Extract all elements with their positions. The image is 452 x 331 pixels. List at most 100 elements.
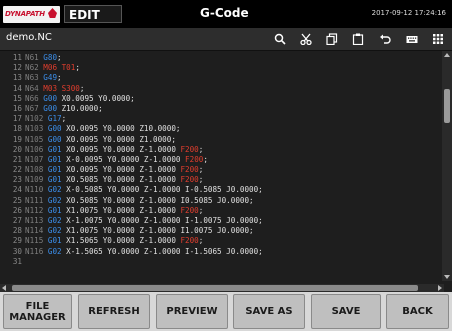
line-number: 27 xyxy=(12,216,22,225)
vertical-scrollbar[interactable] xyxy=(442,51,452,281)
block-number: N102 xyxy=(25,114,44,124)
app-title: G-Code xyxy=(200,6,249,20)
code-token: X-0.0095 Y0.0000 Z-1.0000 xyxy=(61,154,186,164)
search-icon[interactable] xyxy=(272,31,288,47)
softkey-bar: FILE MANAGER REFRESH PREVIEW SAVE AS SAV… xyxy=(0,292,452,331)
code-line[interactable]: 31 xyxy=(0,257,440,267)
scroll-up-arrow-icon[interactable] xyxy=(444,53,450,57)
code-token: G00 xyxy=(43,103,58,113)
code-line[interactable]: 26 N112 G01 X1.0075 Y0.0000 Z-1.0000 F200… xyxy=(0,206,440,216)
block-number: N64 xyxy=(25,83,39,93)
code-token: G49 xyxy=(43,73,58,83)
file-toolbar: demo.NC xyxy=(0,28,452,51)
keyboard-icon[interactable] xyxy=(404,31,420,47)
file-manager-label: FILE MANAGER xyxy=(9,300,66,323)
code-line[interactable]: 22 N108 G01 X0.0095 Y0.0000 Z-1.0000 F200… xyxy=(0,165,440,175)
grid-icon[interactable] xyxy=(430,31,446,47)
block-number: N61 xyxy=(25,53,39,62)
code-line[interactable]: 20 N106 G01 X0.0095 Y0.0000 Z-1.0000 F200… xyxy=(0,145,440,155)
code-line[interactable]: 12 N62 M06 T01; xyxy=(0,63,440,73)
scroll-left-arrow-icon[interactable] xyxy=(2,285,6,291)
code-token: ; xyxy=(61,114,67,124)
vertical-scroll-thumb[interactable] xyxy=(444,89,450,123)
code-line[interactable]: 17 N102 G17; xyxy=(0,114,440,124)
code-token: G02 xyxy=(47,246,62,256)
scroll-right-arrow-icon[interactable] xyxy=(438,285,442,291)
code-lines[interactable]: 11 N61 G80; 12 N62 M06 T01; 13 N63 G49; 14 N64 … xyxy=(0,53,440,267)
file-manager-button[interactable]: FILE MANAGER xyxy=(3,294,72,329)
paste-icon[interactable] xyxy=(350,31,366,47)
code-line[interactable]: 13 N63 G49; xyxy=(0,73,440,83)
line-number: 13 xyxy=(12,73,22,83)
undo-icon[interactable] xyxy=(377,31,393,47)
preview-button[interactable]: PREVIEW xyxy=(156,294,228,329)
code-token: F200 xyxy=(185,154,204,164)
code-token: G00 xyxy=(47,134,62,144)
code-token: X0.5085 Y0.0000 Z-1.0000 I0.5085 J0.0000… xyxy=(61,195,254,205)
code-token: G17 xyxy=(47,114,62,124)
line-number: 26 xyxy=(12,205,22,215)
filename: demo.NC xyxy=(6,32,52,43)
code-token: ; xyxy=(198,144,204,154)
save-as-button[interactable]: SAVE AS xyxy=(233,294,305,329)
refresh-button[interactable]: REFRESH xyxy=(78,294,150,329)
save-button[interactable]: SAVE xyxy=(311,294,381,329)
horizontal-scroll-thumb[interactable] xyxy=(12,285,418,291)
line-number: 30 xyxy=(12,246,22,256)
code-token: ; xyxy=(198,165,204,175)
line-number: 25 xyxy=(12,195,22,205)
block-number: N109 xyxy=(25,175,44,185)
code-token: ; xyxy=(79,83,85,93)
code-line[interactable]: 29 N115 G01 X1.5065 Y0.0000 Z-1.0000 F200… xyxy=(0,236,440,246)
line-number: 14 xyxy=(12,83,22,93)
code-token: F200 xyxy=(180,175,199,185)
save-as-label: SAVE AS xyxy=(245,306,293,317)
code-token: G80 xyxy=(43,53,58,62)
code-token: G02 xyxy=(47,195,62,205)
block-number: N115 xyxy=(25,236,44,246)
block-number: N112 xyxy=(25,205,44,215)
code-token: G01 xyxy=(47,205,62,215)
code-line[interactable]: 14 N64 M03 S300; xyxy=(0,84,440,94)
code-token: X1.0075 Y0.0000 Z-1.0000 xyxy=(61,205,181,215)
code-token: X0.0095 Y0.0000 Z10.0000; xyxy=(61,124,181,134)
code-token: G01 xyxy=(47,175,62,185)
line-number: 11 xyxy=(12,53,22,62)
code-token: G02 xyxy=(47,226,62,236)
code-token: Z10.0000; xyxy=(57,103,103,113)
code-line[interactable]: 30 N116 G02 X-1.5065 Y0.0000 Z-1.0000 I-1… xyxy=(0,247,440,257)
code-line[interactable]: 19 N105 G00 X0.0095 Y0.0000 Z1.0000; xyxy=(0,135,440,145)
line-number: 12 xyxy=(12,63,22,73)
line-number: 29 xyxy=(12,236,22,246)
line-number: 18 xyxy=(12,124,22,134)
line-number: 23 xyxy=(12,175,22,185)
code-token: X1.5065 Y0.0000 Z-1.0000 xyxy=(61,236,181,246)
code-line[interactable]: 21 N107 G01 X-0.0095 Y0.0000 Z-1.0000 F20… xyxy=(0,155,440,165)
block-number: N62 xyxy=(25,63,39,73)
code-token: F200 xyxy=(180,236,199,246)
back-button[interactable]: BACK xyxy=(386,294,449,329)
code-line[interactable]: 28 N114 G02 X1.0075 Y0.0000 Z-1.0000 I1.0… xyxy=(0,226,440,236)
code-line[interactable]: 18 N103 G00 X0.0095 Y0.0000 Z10.0000; xyxy=(0,124,440,134)
code-line[interactable]: 27 N113 G02 X-1.0075 Y0.0000 Z-1.0000 I-1… xyxy=(0,216,440,226)
line-number: 19 xyxy=(12,134,22,144)
scroll-down-arrow-icon[interactable] xyxy=(444,275,450,279)
code-token: F200 xyxy=(180,205,199,215)
block-number: N107 xyxy=(25,154,44,164)
block-number: N108 xyxy=(25,165,44,175)
code-line[interactable]: 25 N111 G02 X0.5085 Y0.0000 Z-1.0000 I0.5… xyxy=(0,196,440,206)
code-line[interactable]: 24 N110 G02 X-0.5085 Y0.0000 Z-1.0000 I-0… xyxy=(0,185,440,195)
code-token: F200 xyxy=(180,165,199,175)
code-token: X0.0095 Y0.0000 Z-1.0000 xyxy=(61,144,181,154)
code-token: ; xyxy=(203,154,208,164)
code-line[interactable]: 11 N61 G80; xyxy=(0,53,440,63)
horizontal-scrollbar[interactable] xyxy=(0,284,444,292)
scissors-icon[interactable] xyxy=(298,31,314,47)
block-number: N113 xyxy=(25,216,44,225)
line-number: 17 xyxy=(12,114,22,124)
copy-icon[interactable] xyxy=(324,31,340,47)
code-line[interactable]: 23 N109 G01 X0.5085 Y0.0000 Z-1.0000 F200… xyxy=(0,175,440,185)
code-editor[interactable]: 11 N61 G80; 12 N62 M06 T01; 13 N63 G49; 14 N64 … xyxy=(0,51,452,291)
code-line[interactable]: 16 N67 G00 Z10.0000; xyxy=(0,104,440,114)
code-line[interactable]: 15 N66 G00 X0.0095 Y0.0000; xyxy=(0,94,440,104)
